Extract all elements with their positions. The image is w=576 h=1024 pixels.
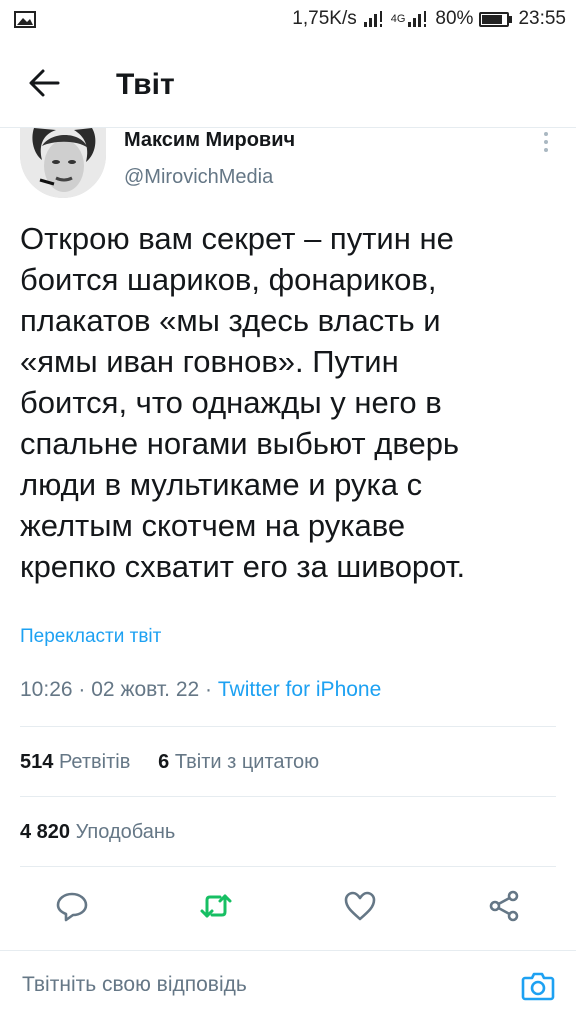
author-name[interactable]: Максим Мирович — [124, 129, 295, 152]
retweets-label: Ретвітів — [58, 751, 131, 773]
tweet-date: 02 жовт. 22 — [91, 678, 200, 701]
like-button[interactable] — [342, 888, 378, 924]
likes-count: 4 820 — [20, 821, 71, 843]
author-handle[interactable]: @MirovichMedia — [124, 166, 273, 189]
quotes-label: Твіти з цитатою — [174, 751, 320, 773]
share-icon — [489, 890, 519, 922]
top-app-bar: Твіт — [0, 40, 576, 128]
tweet-actions — [0, 872, 576, 940]
page-title: Твіт — [116, 68, 175, 101]
more-button[interactable] — [538, 130, 554, 154]
retweets-stat[interactable]: 514 Ретвітів — [20, 751, 136, 773]
translate-tweet-link[interactable]: Перекласти твіт — [20, 626, 161, 648]
retweet-button[interactable] — [198, 888, 234, 924]
avatar[interactable] — [20, 128, 106, 198]
battery-icon — [479, 11, 513, 27]
network-type: 4G — [390, 13, 406, 25]
meta-separator: · — [78, 678, 86, 701]
battery-percent: 80% — [435, 8, 474, 29]
likes-stat[interactable]: 4 820 Уподобань — [20, 821, 175, 843]
avatar-photo — [20, 128, 106, 198]
divider — [20, 726, 556, 727]
tweet-meta: 10:26 · 02 жовт. 22 · Twitter for iPhone — [20, 678, 381, 702]
clock: 23:55 — [518, 8, 566, 29]
divider — [20, 796, 556, 797]
quotes-stat[interactable]: 6 Твіти з цитатою — [158, 751, 319, 773]
retweet-icon — [200, 894, 232, 918]
more-vertical-icon — [544, 132, 548, 152]
meta-separator: · — [205, 678, 213, 701]
status-indicators: 1,75K/s 4G 80% 23:55 — [292, 8, 566, 30]
reply-composer: Твітніть свою відповідь — [0, 950, 576, 1024]
image-icon — [14, 11, 36, 28]
tweet-source[interactable]: Twitter for iPhone — [218, 678, 381, 701]
share-button[interactable] — [486, 888, 522, 924]
status-bar: 1,75K/s 4G 80% 23:55 — [0, 0, 576, 40]
retweet-stats: 514 Ретвітів 6 Твіти з цитатою — [20, 751, 319, 774]
likes-stats: 4 820 Уподобань — [20, 821, 175, 844]
tweet-time: 10:26 — [20, 678, 73, 701]
camera-icon — [521, 972, 555, 1001]
heart-icon — [344, 891, 376, 921]
signal-icon — [363, 11, 382, 27]
back-button[interactable] — [24, 66, 64, 100]
network-speed: 1,75K/s — [292, 8, 357, 29]
reply-button[interactable] — [54, 888, 90, 924]
reply-input[interactable]: Твітніть свою відповідь — [22, 973, 247, 997]
comment-icon — [56, 892, 88, 922]
divider — [20, 866, 556, 867]
camera-button[interactable] — [520, 967, 556, 1003]
quotes-count: 6 — [158, 751, 170, 773]
signal-icon — [408, 11, 427, 27]
arrow-left-icon — [29, 69, 60, 97]
likes-label: Уподобань — [75, 821, 176, 843]
tweet-text: Открою вам секрет – путин не боится шари… — [20, 221, 466, 584]
retweets-count: 514 — [20, 751, 54, 773]
